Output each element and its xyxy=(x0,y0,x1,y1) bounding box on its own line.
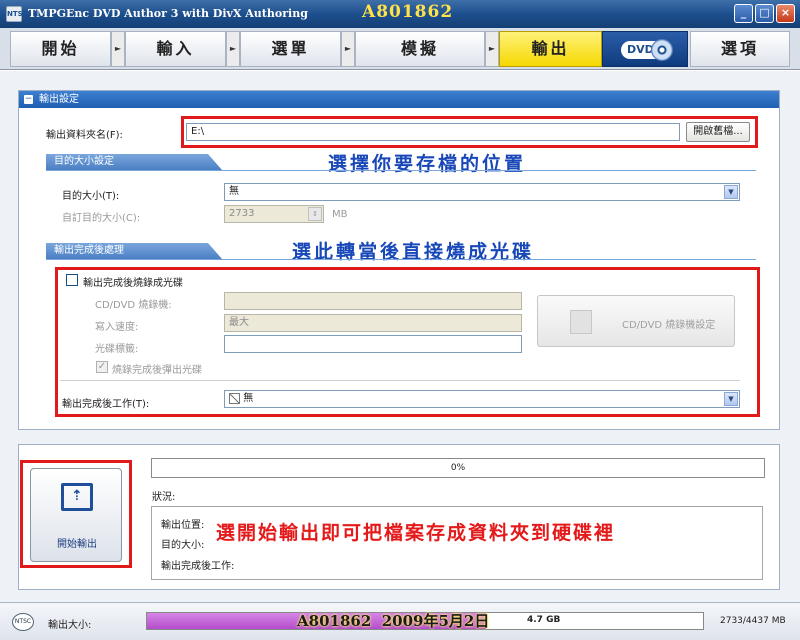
output-settings-header[interactable]: − 輸出設定 xyxy=(19,91,779,108)
progress-text: 0% xyxy=(450,463,466,473)
tab-start[interactable]: 開始 xyxy=(10,31,111,67)
tab-simulate[interactable]: 模擬 xyxy=(355,31,485,67)
tab-options[interactable]: 選項 xyxy=(690,31,790,67)
tab-menu[interactable]: 選單 xyxy=(240,31,341,67)
output-settings-title: 輸出設定 xyxy=(39,94,79,105)
step-navigation: 開始 ► 輸入 ► 選單 ► 模擬 ► 輸出 DVD 選項 xyxy=(0,28,800,70)
output-folder-label: 輸出資料夾名(F): xyxy=(46,130,123,141)
chevron-down-icon[interactable]: ▼ xyxy=(724,185,738,199)
custom-size-value: 2733 xyxy=(229,208,255,219)
output-size-bar: A801862 2009年5月2日 4.7 GB xyxy=(146,612,704,630)
window-title: TMPGEnc DVD Author 3 with DivX Authoring xyxy=(28,7,308,20)
start-output-button[interactable]: ⇡ 開始輸出 xyxy=(30,468,122,562)
after-task-label: 輸出完成後工作(T): xyxy=(62,399,150,410)
post-process-section: 輸出完成後處理 xyxy=(46,243,222,259)
step-arrow-icon: ► xyxy=(226,31,240,67)
annotation-folder: 選擇你要存檔的位置 xyxy=(328,153,527,175)
step-arrow-icon: ► xyxy=(111,31,125,67)
ntsc-badge-icon: NTSC xyxy=(12,613,34,631)
disc-label-input[interactable] xyxy=(224,335,522,353)
after-task-value: 無 xyxy=(243,393,254,404)
close-button[interactable]: × xyxy=(776,4,795,23)
output-progress-bar: 0% xyxy=(151,458,765,478)
disc-burner-icon xyxy=(570,310,592,334)
section-divider xyxy=(60,380,740,381)
burner-settings-button[interactable]: CD/DVD 燒錄機設定 xyxy=(537,295,735,347)
custom-size-label: 自訂目的大小(C): xyxy=(62,213,141,224)
none-task-icon xyxy=(229,393,240,404)
disc-label-label: 光碟標籤: xyxy=(95,344,139,355)
disc-icon xyxy=(651,39,673,61)
burner-label: CD/DVD 燒錄機: xyxy=(95,300,172,311)
size-readout: 2733/4437 MB xyxy=(720,616,786,626)
spinner-icon[interactable]: ⇕ xyxy=(308,207,322,221)
target-size-select[interactable]: 無 ▼ xyxy=(224,183,740,201)
output-size-label: 輸出大小: xyxy=(48,620,92,631)
info-location-label: 輸出位置: xyxy=(161,520,205,531)
write-speed-select[interactable]: 最大 xyxy=(224,314,522,332)
custom-size-input[interactable]: 2733 ⇕ xyxy=(224,205,324,223)
tab-output[interactable]: 輸出 xyxy=(499,31,602,67)
target-size-label: 目的大小(T): xyxy=(62,191,120,202)
custom-size-unit: MB xyxy=(332,209,348,220)
title-watermark: A801862 xyxy=(362,2,454,22)
start-output-label: 開始輸出 xyxy=(57,539,97,550)
target-size-value: 無 xyxy=(229,186,239,197)
dvd-logo-text: DVD xyxy=(627,43,654,56)
eject-label: 燒錄完成後彈出光碟 xyxy=(112,365,202,376)
step-arrow-icon: ► xyxy=(485,31,499,67)
status-bar: NTSC 輸出大小: A801862 2009年5月2日 4.7 GB 2733… xyxy=(0,602,800,640)
burn-checkbox-label: 輸出完成後燒錄成光碟 xyxy=(83,278,183,289)
burner-settings-label: CD/DVD 燒錄機設定 xyxy=(622,320,716,331)
collapse-icon[interactable]: − xyxy=(24,95,33,104)
status-watermark: A801862 2009年5月2日 xyxy=(297,612,490,630)
maximize-button[interactable]: □ xyxy=(755,4,774,23)
write-speed-label: 寫入速度: xyxy=(95,322,139,333)
burner-select[interactable] xyxy=(224,292,522,310)
annotation-start: 選開始輸出即可把檔案存成資料夾到硬碟裡 xyxy=(216,522,616,544)
status-label: 狀況: xyxy=(152,492,176,503)
tab-input[interactable]: 輸入 xyxy=(125,31,226,67)
highlight-folder xyxy=(181,116,758,148)
app-icon: NTSC xyxy=(6,6,28,22)
info-size-label: 目的大小: xyxy=(161,540,205,551)
tab-dvd[interactable]: DVD xyxy=(602,31,688,67)
minimize-button[interactable]: _ xyxy=(734,4,753,23)
capacity-label: 4.7 GB xyxy=(527,615,561,625)
arrow-up-icon: ⇡ xyxy=(71,488,83,504)
dvd-logo-icon: DVD xyxy=(621,39,673,61)
title-bar: NTSC TMPGEnc DVD Author 3 with DivX Auth… xyxy=(0,0,800,28)
step-arrow-icon: ► xyxy=(341,31,355,67)
eject-checkbox[interactable]: ✓ xyxy=(96,361,108,373)
info-after-label: 輸出完成後工作: xyxy=(161,561,235,572)
target-size-section: 目的大小設定 xyxy=(46,154,222,170)
after-task-select[interactable]: 無 ▼ xyxy=(224,390,740,408)
section-divider xyxy=(46,259,756,260)
section-divider xyxy=(46,170,756,171)
chevron-down-icon[interactable]: ▼ xyxy=(724,392,738,406)
burn-checkbox[interactable] xyxy=(66,274,78,286)
